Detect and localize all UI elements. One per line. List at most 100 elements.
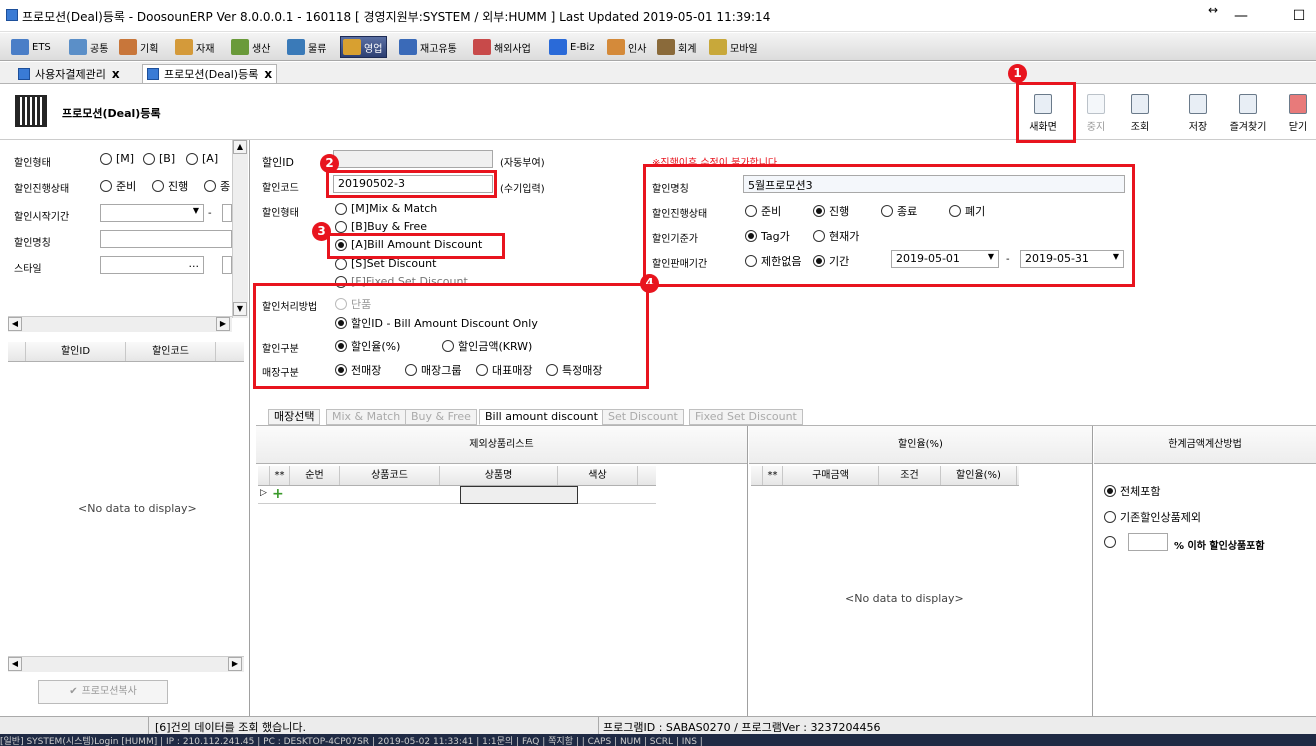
store-group[interactable]: 매장그룹 (405, 362, 461, 378)
limit-calc-panel: 한계금액계산방법 전체포함 기존할인상품제외 % 이하 할인상품포함 (1094, 426, 1316, 716)
module-icon (709, 39, 727, 55)
subtab-mix-match[interactable]: Mix & Match (326, 409, 407, 425)
base-current-price[interactable]: 현재가 (813, 228, 859, 244)
close-icon[interactable]: x (112, 67, 120, 81)
module-6[interactable]: 물류 (284, 36, 331, 58)
favorites-button[interactable]: 즐겨찾기 (1226, 90, 1270, 140)
section-title: 제외상품리스트 (256, 426, 747, 464)
store-all[interactable]: 전매장 (335, 362, 381, 378)
period-unlimited[interactable]: 제한없음 (745, 253, 801, 269)
limit-percent-option[interactable] (1104, 536, 1120, 548)
chevron-down-icon[interactable]: ▼ (1113, 252, 1119, 261)
start-date-to[interactable] (222, 204, 232, 222)
discount-name-field[interactable]: 5월프로모션3 (743, 175, 1125, 193)
restore-icon[interactable]: ↔ (1198, 0, 1228, 20)
type-buy-free[interactable]: [B]Buy & Free (335, 220, 427, 233)
col-discount-id[interactable]: 할인ID (26, 342, 126, 361)
limit-include-all[interactable]: 전체포함 (1104, 483, 1160, 499)
left-status-progress[interactable]: 진행 (152, 178, 188, 194)
status-ready[interactable]: 준비 (745, 203, 781, 219)
module-10[interactable]: E-Biz (546, 36, 599, 58)
base-tag-price[interactable]: Tag가 (745, 228, 790, 244)
module-2[interactable]: 공통 (66, 36, 113, 58)
stop-button[interactable]: 중지 (1076, 90, 1116, 140)
chevron-down-icon[interactable]: ▼ (988, 252, 994, 261)
left-type-m[interactable]: [M] (100, 152, 134, 165)
style-extra[interactable] (222, 256, 232, 274)
doc-tab-user-approval[interactable]: 사용자결제관리 x (14, 64, 124, 83)
scroll-right-icon[interactable]: ▶ (216, 317, 230, 331)
subtab-bill-amount[interactable]: Bill amount discount (479, 409, 604, 425)
date-to-input[interactable]: 2019-05-31 ▼ (1020, 250, 1124, 268)
scroll-up-icon[interactable]: ▲ (233, 140, 247, 154)
module-icon (657, 39, 675, 55)
save-button[interactable]: 저장 (1178, 90, 1218, 140)
save-icon (1189, 94, 1207, 114)
step-badge: 3 (312, 222, 331, 241)
subtab-set-discount[interactable]: Set Discount (602, 409, 684, 425)
add-row-icon[interactable]: + (272, 486, 284, 502)
module-5[interactable]: 생산 (228, 36, 275, 58)
new-row[interactable]: ▷ + (258, 486, 656, 504)
kind-rate[interactable]: 할인율(%) (335, 338, 400, 354)
close-icon (1289, 94, 1307, 114)
subtab-store-select[interactable]: 매장선택 (268, 409, 321, 425)
status-progress[interactable]: 진행 (813, 203, 849, 219)
subtab-fixed-set[interactable]: Fixed Set Discount (689, 409, 803, 425)
left-type-b[interactable]: [B] (143, 152, 175, 165)
module-4[interactable]: 자재 (172, 36, 219, 58)
scroll-right-icon[interactable]: ▶ (228, 657, 242, 671)
module-8[interactable]: 재고유통 (396, 36, 462, 58)
period-range[interactable]: 기간 (813, 253, 849, 269)
status-discard[interactable]: 폐기 (949, 203, 985, 219)
start-date-from[interactable]: ▼ (100, 204, 204, 222)
module-9[interactable]: 해외사업 (470, 36, 536, 58)
scrollbar[interactable]: ◀ ▶ (8, 316, 232, 332)
step-badge: 2 (320, 154, 339, 173)
kind-amount[interactable]: 할인금액(KRW) (442, 338, 532, 354)
limit-exclude-discounted[interactable]: 기존할인상품제외 (1104, 509, 1201, 525)
date-from-input[interactable]: 2019-05-01 ▼ (891, 250, 999, 268)
module-3[interactable]: 기획 (116, 36, 163, 58)
subtab-buy-free[interactable]: Buy & Free (405, 409, 477, 425)
left-type-a[interactable]: [A] (186, 152, 218, 165)
left-status-end[interactable]: 종 (204, 178, 230, 194)
scroll-down-icon[interactable]: ▼ (233, 302, 247, 316)
doc-tab-promotion[interactable]: 프로모션(Deal)등록 x (142, 64, 278, 83)
process-single[interactable]: 단품 (335, 296, 371, 312)
scroll-left-icon[interactable]: ◀ (8, 657, 22, 671)
product-name-cell[interactable] (460, 486, 578, 504)
store-specific[interactable]: 특정매장 (546, 362, 602, 378)
session-bar: [일반] SYSTEM(시스템)Login [HUMM] | IP : 210.… (0, 734, 1316, 746)
module-icon (119, 39, 137, 55)
style-input[interactable]: ... (100, 256, 204, 274)
discount-name-input[interactable] (100, 230, 232, 248)
left-status-ready[interactable]: 준비 (100, 178, 136, 194)
col-discount-code[interactable]: 할인코드 (126, 342, 216, 361)
scroll-left-icon[interactable]: ◀ (8, 317, 22, 331)
chevron-down-icon[interactable]: ▼ (193, 206, 199, 215)
close-icon[interactable]: x (264, 67, 272, 81)
search-button[interactable]: 조회 (1120, 90, 1160, 140)
module-7[interactable]: 영업 (340, 36, 388, 58)
status-bar: [6]건의 데이터를 조회 했습니다. 프로그램ID : SABAS0270 /… (0, 716, 1316, 734)
ellipsis-button[interactable]: ... (189, 257, 200, 270)
module-11[interactable]: 인사 (604, 36, 651, 58)
copy-promotion-button[interactable]: ✔ 프로모션복사 (38, 680, 168, 704)
module-13[interactable]: 모바일 (706, 36, 763, 58)
maximize-button[interactable]: ☐ (1284, 6, 1314, 26)
module-1[interactable]: ETS (8, 36, 56, 58)
type-mix-match[interactable]: [M]Mix & Match (335, 202, 437, 215)
store-representative[interactable]: 대표매장 (476, 362, 532, 378)
status-end[interactable]: 종료 (881, 203, 917, 219)
module-12[interactable]: 회계 (654, 36, 701, 58)
process-bill-only[interactable]: 할인ID - Bill Amount Discount Only (335, 315, 538, 331)
close-button[interactable]: 닫기 (1280, 90, 1316, 140)
minimize-button[interactable]: — (1226, 6, 1256, 26)
doc-tab-icon (147, 68, 159, 80)
stop-icon (1087, 94, 1105, 114)
limit-percent-input[interactable] (1128, 533, 1168, 551)
scrollbar[interactable]: ◀ ▶ (8, 656, 244, 672)
scrollbar[interactable]: ▲ ▼ (232, 140, 248, 318)
empty-state: <No data to display> (78, 502, 197, 515)
